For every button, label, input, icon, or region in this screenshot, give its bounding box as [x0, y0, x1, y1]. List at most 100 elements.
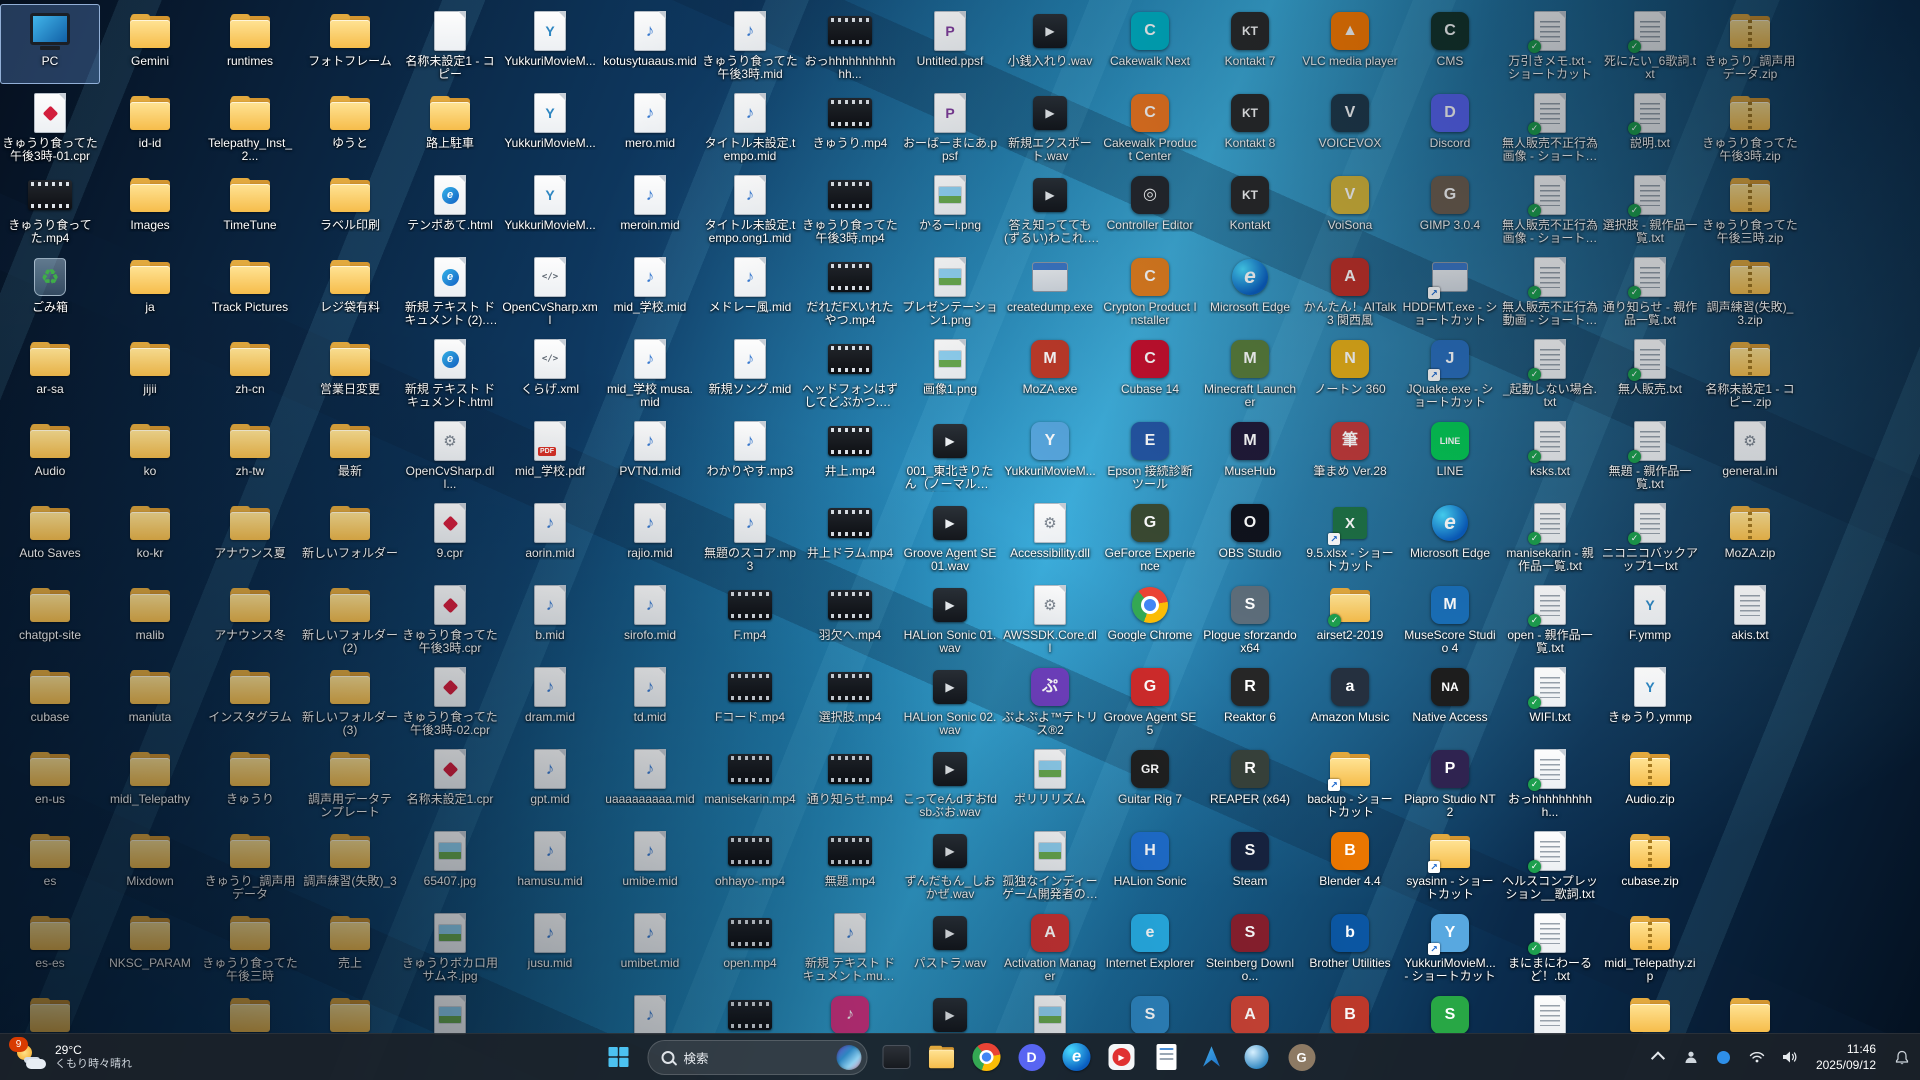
- desktop-icon[interactable]: C Crypton Product Installer: [1100, 250, 1200, 330]
- desktop-icon[interactable]: id-id: [100, 86, 200, 166]
- desktop-icon[interactable]: ♪ aorin.mid: [500, 496, 600, 576]
- desktop-icon[interactable]: きゅうり食ってた午後3時-02.cpr: [400, 660, 500, 740]
- desktop-icon[interactable]: midi_Telepathy: [100, 742, 200, 822]
- volume-button[interactable]: [1774, 1038, 1806, 1076]
- desktop-icon[interactable]: ♪ 無題のスコア.mp3: [700, 496, 800, 576]
- desktop-icon[interactable]: ♪ gpt.mid: [500, 742, 600, 822]
- start-button[interactable]: [599, 1037, 639, 1077]
- desktop-icon[interactable]: きゅうり食ってた.mp4: [0, 168, 100, 248]
- desktop-icon[interactable]: A かんたん！AITalk 3 関西風: [1300, 250, 1400, 330]
- search-daily-image[interactable]: [836, 1044, 862, 1070]
- desktop-icon[interactable]: J ↗ JQuake.exe - ショートカット: [1400, 332, 1500, 412]
- desktop-icon[interactable]: Google Chrome: [1100, 578, 1200, 658]
- desktop-icon[interactable]: ▶ HALion Sonic 01.wav: [900, 578, 1000, 658]
- taskbar-discord-button[interactable]: D: [1012, 1037, 1052, 1077]
- desktop-icon[interactable]: es: [0, 824, 100, 904]
- desktop-icon[interactable]: Y YukkuriMovieM...: [500, 86, 600, 166]
- desktop-icon[interactable]: 羽欠へ.mp4: [800, 578, 900, 658]
- desktop-icon[interactable]: S Plogue sforzando x64: [1200, 578, 1300, 658]
- desktop-icon[interactable]: P Untitled.ppsf: [900, 4, 1000, 84]
- desktop-icon[interactable]: ✓ 無人販売不正行為画像 - ショートカッ...: [1500, 86, 1600, 166]
- desktop-icon[interactable]: ▶ パストラ.wav: [900, 906, 1000, 986]
- desktop-icon[interactable]: Y ↗ YukkuriMovieM... - ショートカット: [1400, 906, 1500, 986]
- desktop-icon[interactable]: ♪ uaaaaaaaaa.mid: [600, 742, 700, 822]
- desktop-icon[interactable]: レジ袋有料: [300, 250, 400, 330]
- desktop-icon[interactable]: KT Kontakt 7: [1200, 4, 1300, 84]
- desktop-icon[interactable]: 新しいフォルダー: [300, 496, 400, 576]
- desktop-icon[interactable]: TimeTune: [200, 168, 300, 248]
- taskbar-file-explorer-button[interactable]: [922, 1037, 962, 1077]
- desktop-icon[interactable]: cubase.zip: [1600, 824, 1700, 904]
- desktop-icon[interactable]: Auto Saves: [0, 496, 100, 576]
- desktop-icon[interactable]: ♪ dram.mid: [500, 660, 600, 740]
- desktop-icon[interactable]: ♪ タイトル未設定.tempo.mid: [700, 86, 800, 166]
- desktop-icon[interactable]: ♪ meroin.mid: [600, 168, 700, 248]
- desktop-icon[interactable]: 新しいフォルダー (2): [300, 578, 400, 658]
- desktop-icon[interactable]: ar-sa: [0, 332, 100, 412]
- desktop-icon[interactable]: PDF mid_学校.pdf: [500, 414, 600, 494]
- desktop-icon[interactable]: createdump.exe: [1000, 250, 1100, 330]
- desktop-icon[interactable]: MoZA.zip: [1700, 496, 1800, 576]
- desktop-icon[interactable]: ✓ 説明.txt: [1600, 86, 1700, 166]
- desktop-icon[interactable]: malib: [100, 578, 200, 658]
- desktop-icon[interactable]: ✓ ニコニコバックアップ1ーtxt: [1600, 496, 1700, 576]
- desktop-icon[interactable]: ✓ 選択肢 - 親作品一覧.txt: [1600, 168, 1700, 248]
- network-button[interactable]: [1741, 1038, 1773, 1076]
- desktop-icon[interactable]: e 新規 テキスト ドキュメント.html: [400, 332, 500, 412]
- desktop-icon[interactable]: 孤独なインディーゲーム開発者の一生...: [1000, 824, 1100, 904]
- desktop-icon[interactable]: ✓ まにまにわーるど！.txt: [1500, 906, 1600, 986]
- desktop-icon[interactable]: R REAPER (x64): [1200, 742, 1300, 822]
- desktop-icon[interactable]: ♪ mid_学校 musa.mid: [600, 332, 700, 412]
- desktop-icon[interactable]: ⚙ OpenCvSharp.dll...: [400, 414, 500, 494]
- desktop-icon[interactable]: ♪ わかりやす.mp3: [700, 414, 800, 494]
- desktop-icon[interactable]: 路上駐車: [400, 86, 500, 166]
- desktop-icon[interactable]: Audio.zip: [1600, 742, 1700, 822]
- desktop-icon[interactable]: ポリリリズム: [1000, 742, 1100, 822]
- desktop-icon[interactable]: C CMS: [1400, 4, 1500, 84]
- desktop-icon[interactable]: G Groove Agent SE 5: [1100, 660, 1200, 740]
- desktop-icon[interactable]: en-us: [0, 742, 100, 822]
- desktop-icon[interactable]: NA Native Access: [1400, 660, 1500, 740]
- taskbar-chrome-button[interactable]: [967, 1037, 1007, 1077]
- desktop-icon[interactable]: maniuta: [100, 660, 200, 740]
- desktop-icon[interactable]: プレゼンテーション1.png: [900, 250, 1000, 330]
- desktop-icon[interactable]: ♪ kotusytuaaus.mid: [600, 4, 700, 84]
- desktop-icon[interactable]: Y きゅうり.ymmp: [1600, 660, 1700, 740]
- desktop-icon[interactable]: es-es: [0, 906, 100, 986]
- desktop-icon[interactable]: Images: [100, 168, 200, 248]
- taskbar-desktop-window-button[interactable]: [877, 1037, 917, 1077]
- desktop-icon[interactable]: 65407.jpg: [400, 824, 500, 904]
- desktop-icon[interactable]: ja: [100, 250, 200, 330]
- desktop-icon[interactable]: ♪ きゅうり食ってた午後3時.mid: [700, 4, 800, 84]
- desktop-icon[interactable]: ko-kr: [100, 496, 200, 576]
- taskbar-media-player-button[interactable]: ▶: [1102, 1037, 1142, 1077]
- desktop-icon[interactable]: ♪ メドレー風.mid: [700, 250, 800, 330]
- taskbar-blue-flag-button[interactable]: [1192, 1037, 1232, 1077]
- desktop-icon[interactable]: O OBS Studio: [1200, 496, 1300, 576]
- desktop-icon[interactable]: PC: [0, 4, 100, 84]
- desktop-icon[interactable]: a Amazon Music: [1300, 660, 1400, 740]
- desktop-icon[interactable]: きゅうり食ってた午後3時.mp4: [800, 168, 900, 248]
- desktop-icon[interactable]: 売上: [300, 906, 400, 986]
- desktop-icon[interactable]: ✓ 通り知らせ - 親作品一覧.txt: [1600, 250, 1700, 330]
- desktop-icon[interactable]: きゅうり食ってた午後三時: [200, 906, 300, 986]
- desktop-icon[interactable]: きゅうり食ってた午後3時.cpr: [400, 578, 500, 658]
- desktop-icon[interactable]: ♻ ごみ箱: [0, 250, 100, 330]
- desktop-icon[interactable]: ◎ Controller Editor: [1100, 168, 1200, 248]
- desktop-icon[interactable]: C Cakewalk Product Center: [1100, 86, 1200, 166]
- desktop-icon[interactable]: 新しいフォルダー (3): [300, 660, 400, 740]
- desktop-icon[interactable]: おっhhhhhhhhhhhh...: [800, 4, 900, 84]
- desktop-icon[interactable]: ♪ タイトル未設定.tempo.ong1.mid: [700, 168, 800, 248]
- desktop-icon[interactable]: ♪ b.mid: [500, 578, 600, 658]
- desktop-icon[interactable]: manisekarin.mp4: [700, 742, 800, 822]
- desktop-icon[interactable]: 画像1.png: [900, 332, 1000, 412]
- desktop-icon[interactable]: zh-cn: [200, 332, 300, 412]
- desktop-icon[interactable]: F.mp4: [700, 578, 800, 658]
- desktop-icon[interactable]: ✓ airset2-2019: [1300, 578, 1400, 658]
- notification-center-button[interactable]: [1886, 1038, 1918, 1076]
- desktop-icon[interactable]: D Discord: [1400, 86, 1500, 166]
- desktop-icon[interactable]: B Blender 4.4: [1300, 824, 1400, 904]
- desktop-icon[interactable]: ♪ PVTNd.mid: [600, 414, 700, 494]
- desktop-icon[interactable]: きゅうり_調声用データ.zip: [1700, 4, 1800, 84]
- desktop-icon[interactable]: ✓ manisekarin - 親作品一覧.txt: [1500, 496, 1600, 576]
